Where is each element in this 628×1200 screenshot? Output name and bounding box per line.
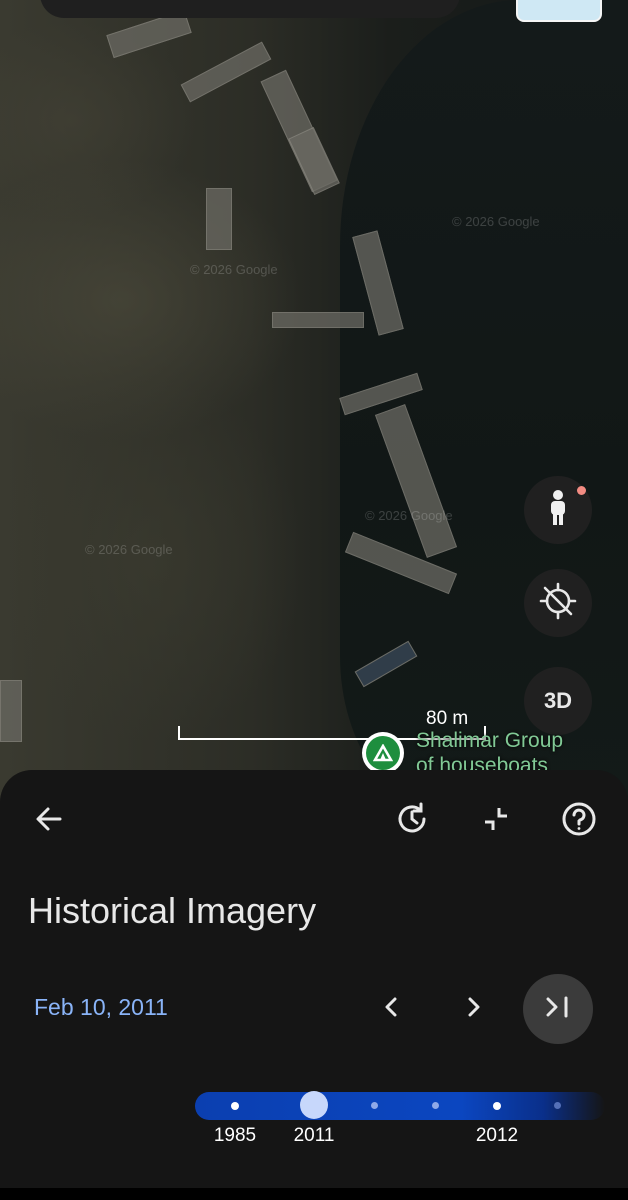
street-view-button[interactable]: [524, 476, 592, 544]
selected-date: Feb 10, 2011: [34, 994, 168, 1020]
previous-icon: [381, 995, 401, 1024]
pegman-icon: [544, 489, 572, 532]
timeline-year-label: 2011: [293, 1125, 335, 1146]
skip-to-latest-icon: [543, 994, 573, 1025]
timeline-year-label: 2012: [475, 1125, 519, 1146]
timeline-selected-marker[interactable]: [300, 1091, 328, 1119]
historical-imagery-panel: Historical Imagery Feb 10, 2011 1985 201…: [0, 770, 628, 1200]
collapse-icon: [481, 804, 511, 839]
map-watermark: © 2026 Google: [365, 508, 453, 523]
poi-marker[interactable]: [362, 732, 404, 774]
jetty: [180, 41, 272, 103]
history-button[interactable]: [388, 797, 436, 845]
houseboat: [0, 680, 22, 742]
help-icon: [561, 801, 597, 842]
3d-toggle-button[interactable]: 3D: [524, 667, 592, 735]
jetty: [206, 188, 232, 250]
timeline-year-label: 1985: [213, 1125, 257, 1146]
timeline-point[interactable]: [432, 1102, 439, 1109]
satellite-map[interactable]: © 2026 Google © 2026 Google © 2026 Googl…: [0, 0, 628, 820]
my-location-button[interactable]: [524, 569, 592, 637]
imagery-timeline[interactable]: [195, 1091, 605, 1120]
timeline-point[interactable]: [493, 1102, 501, 1110]
next-imagery-button[interactable]: [452, 987, 496, 1031]
houseboat: [272, 312, 364, 328]
panel-title: Historical Imagery: [28, 890, 317, 931]
next-icon: [464, 995, 484, 1024]
back-button[interactable]: [25, 797, 73, 845]
search-bar[interactable]: [40, 0, 460, 18]
system-nav-bar: [0, 1188, 628, 1200]
previous-imagery-button[interactable]: [369, 987, 413, 1031]
map-watermark: © 2026 Google: [452, 214, 540, 229]
collapse-button[interactable]: [472, 797, 520, 845]
map-watermark: © 2026 Google: [190, 262, 278, 277]
layers-thumbnail[interactable]: [516, 0, 602, 22]
timeline-point[interactable]: [371, 1102, 378, 1109]
notification-dot: [577, 486, 586, 495]
map-watermark: © 2026 Google: [85, 542, 173, 557]
timeline-point[interactable]: [231, 1102, 239, 1110]
jetty: [288, 126, 340, 196]
poi-name-line1: Shalimar Group: [416, 729, 564, 752]
help-button[interactable]: [555, 797, 603, 845]
timeline-point[interactable]: [554, 1102, 561, 1109]
location-off-icon: [538, 581, 578, 626]
history-icon: [394, 801, 430, 842]
campground-icon: [366, 736, 400, 770]
latest-imagery-button[interactable]: [523, 974, 593, 1044]
back-arrow-icon: [34, 804, 64, 839]
